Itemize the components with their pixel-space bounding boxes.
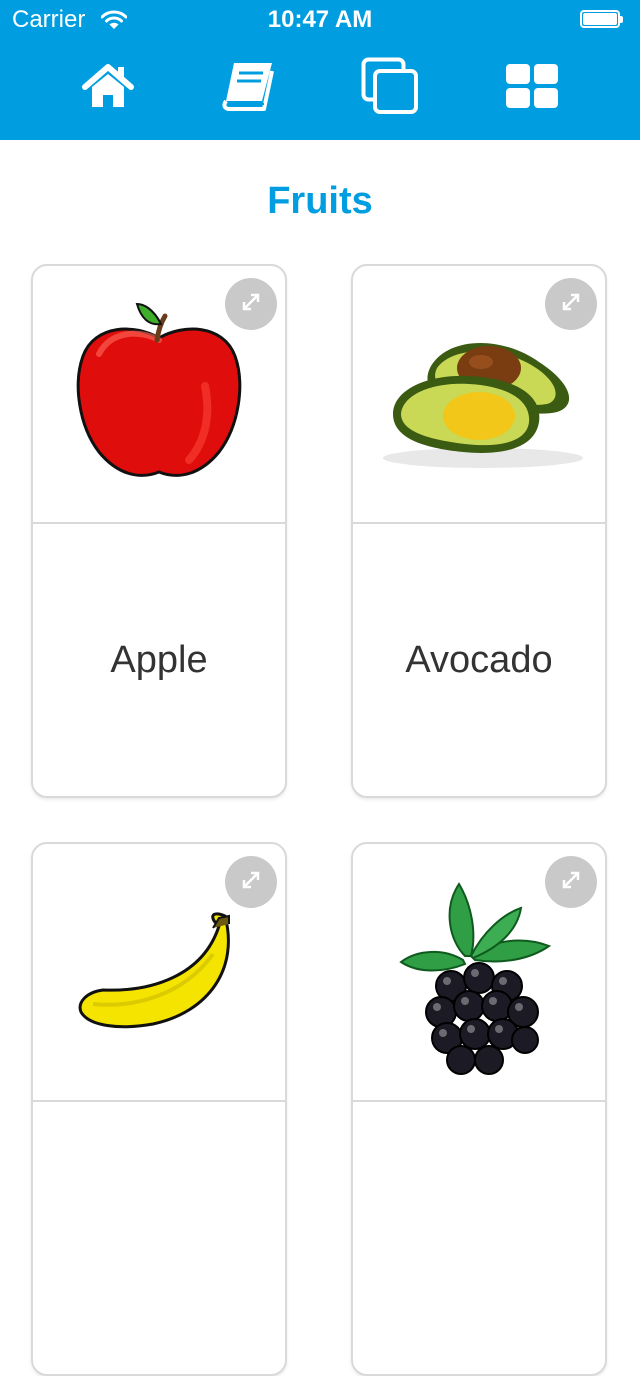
card-label bbox=[33, 1102, 285, 1374]
card-label: Apple bbox=[110, 638, 208, 681]
expand-button[interactable] bbox=[225, 278, 277, 330]
grid-icon bbox=[505, 63, 559, 114]
nav-home-button[interactable] bbox=[78, 58, 138, 118]
expand-icon bbox=[240, 869, 262, 896]
status-time: 10:47 AM bbox=[267, 6, 373, 33]
expand-icon bbox=[240, 291, 262, 318]
page-title: Fruits bbox=[267, 180, 373, 222]
flashcard-blackberry[interactable] bbox=[351, 842, 607, 1376]
top-bar: Carrier 10:47 AM bbox=[0, 0, 640, 140]
expand-button[interactable] bbox=[225, 856, 277, 908]
flashcard-banana[interactable] bbox=[31, 842, 287, 1376]
expand-button[interactable] bbox=[545, 278, 597, 330]
book-icon bbox=[220, 61, 276, 116]
card-label: Avocado bbox=[405, 638, 553, 681]
expand-button[interactable] bbox=[545, 856, 597, 908]
flashcard-avocado[interactable]: Avocado bbox=[351, 264, 607, 798]
status-bar: Carrier 10:47 AM bbox=[0, 0, 640, 40]
nav-book-button[interactable] bbox=[218, 58, 278, 118]
card-label bbox=[353, 1102, 605, 1374]
home-icon bbox=[81, 63, 135, 114]
expand-icon bbox=[560, 291, 582, 318]
cards-icon bbox=[361, 57, 419, 120]
expand-icon bbox=[560, 869, 582, 896]
nav-cards-button[interactable] bbox=[360, 57, 420, 120]
battery-icon bbox=[580, 10, 624, 30]
flashcard-apple[interactable]: Apple bbox=[31, 264, 287, 798]
nav-grid-button[interactable] bbox=[502, 58, 562, 118]
